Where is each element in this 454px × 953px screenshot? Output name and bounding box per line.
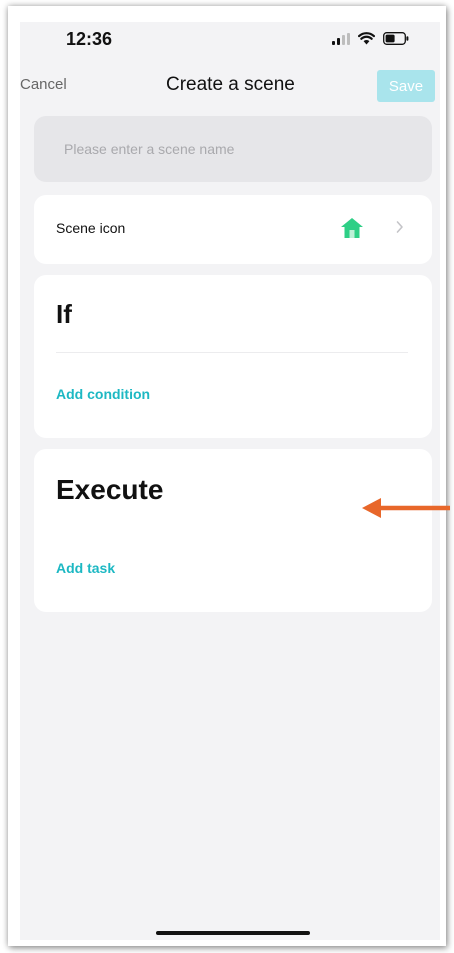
house-icon [341,218,363,238]
navigation-bar: Cancel Create a scene Save [20,68,440,104]
section-divider [56,352,408,353]
save-button[interactable]: Save [377,70,435,102]
add-task-link[interactable]: Add task [56,560,115,576]
app-screen: 12:36 Cancel Create a scene Save Scene i… [20,22,440,940]
cellular-signal-icon [332,32,350,45]
if-section-title: If [56,299,72,329]
execute-section-card: Execute Add task [34,449,432,612]
if-section-card: If Add condition [34,275,432,438]
cancel-button[interactable]: Cancel [20,76,67,93]
home-indicator [156,931,310,935]
wifi-icon [358,32,375,45]
add-condition-link[interactable]: Add condition [56,386,150,402]
page-title: Create a scene [166,74,295,95]
scene-icon-label: Scene icon [56,220,126,236]
battery-icon [383,32,409,45]
scene-name-input[interactable] [34,116,432,182]
annotation-arrow-icon [362,498,450,518]
scene-icon-row[interactable]: Scene icon [34,195,432,264]
status-icons [332,32,409,45]
status-time: 12:36 [66,29,113,49]
chevron-right-icon [396,221,403,233]
execute-section-title: Execute [56,474,164,505]
status-bar: 12:36 [20,22,440,58]
